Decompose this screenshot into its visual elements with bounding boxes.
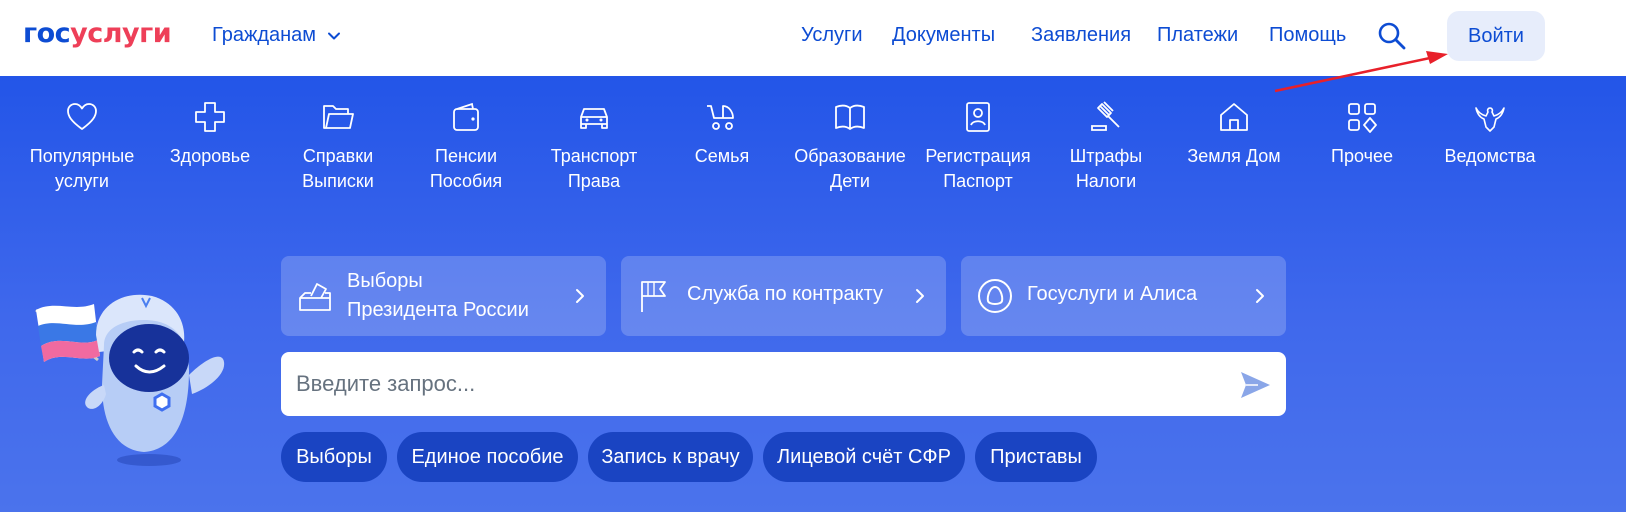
- category-label: Справки Выписки: [302, 146, 374, 191]
- chevron-down-icon: [328, 32, 341, 39]
- folder-icon: [323, 105, 354, 129]
- audience-dropdown[interactable]: Гражданам: [212, 24, 342, 47]
- category-certificates[interactable]: Справки Выписки: [276, 100, 400, 194]
- promo-elections[interactable]: Выборы Президента России: [281, 256, 606, 336]
- stroller-icon: [707, 105, 734, 130]
- top-header: госуслуги Гражданам Услуги Документы Зая…: [0, 0, 1626, 76]
- search-input[interactable]: [281, 352, 1221, 416]
- promo-label: Служба по контракту: [687, 283, 884, 305]
- quick-chip-bailiffs[interactable]: Приставы: [975, 432, 1097, 482]
- nav-help[interactable]: Помощь: [1269, 24, 1346, 47]
- search-icon[interactable]: [1376, 20, 1408, 52]
- quick-chip-unified-benefit[interactable]: Единое пособие: [397, 432, 578, 482]
- flag-icon: [641, 281, 666, 312]
- category-label: Здоровье: [169, 146, 251, 166]
- category-label: Прочее: [1331, 146, 1393, 166]
- category-other[interactable]: Прочее: [1300, 100, 1424, 169]
- category-fines[interactable]: Штрафы Налоги: [1044, 100, 1168, 194]
- chevron-right-icon: [916, 289, 924, 303]
- wallet-icon: [453, 102, 479, 131]
- promo-label: Выборы Президента России: [347, 270, 529, 321]
- eagle-icon: [1475, 107, 1505, 132]
- category-land-house[interactable]: Земля Дом: [1172, 100, 1296, 169]
- send-icon[interactable]: [1238, 368, 1272, 402]
- ballot-box-icon: [299, 283, 331, 311]
- nav-applications[interactable]: Заявления: [1031, 24, 1131, 47]
- nav-documents[interactable]: Документы: [892, 24, 995, 47]
- category-transport[interactable]: Транспорт Права: [532, 100, 656, 194]
- logo-part-uslugi: услуги: [70, 18, 172, 49]
- id-card-icon: [966, 102, 990, 132]
- login-button[interactable]: Войти: [1447, 11, 1545, 61]
- category-popular[interactable]: Популярные услуги: [20, 100, 144, 194]
- cross-icon: [195, 102, 225, 132]
- house-icon: [1220, 103, 1248, 131]
- category-family[interactable]: Семья: [660, 100, 784, 169]
- car-icon: [580, 108, 608, 129]
- category-label: Образование Дети: [794, 146, 906, 191]
- category-registration[interactable]: Регистрация Паспорт: [916, 100, 1040, 194]
- quick-chip-doctor-appointment[interactable]: Запись к врачу: [588, 432, 753, 482]
- category-label: Транспорт Права: [550, 146, 638, 191]
- book-icon: [835, 104, 865, 130]
- grid-icon: [1348, 103, 1377, 133]
- nav-services[interactable]: Услуги: [801, 24, 863, 47]
- category-health[interactable]: Здоровье: [148, 100, 272, 169]
- category-pensions[interactable]: Пенсии Пособия: [404, 100, 528, 194]
- quick-chip-sfr-account[interactable]: Лицевой счёт СФР: [763, 432, 965, 482]
- category-label: Земля Дом: [1187, 146, 1281, 166]
- category-label: Ведомства: [1444, 146, 1536, 166]
- mascot-robot-illustration: [35, 294, 225, 466]
- promo-contract-service[interactable]: Служба по контракту: [621, 256, 946, 336]
- search-box: [281, 352, 1286, 416]
- nav-payments[interactable]: Платежи: [1157, 24, 1238, 47]
- quick-chip-elections[interactable]: Выборы: [281, 432, 387, 482]
- category-agencies[interactable]: Ведомства: [1428, 100, 1552, 169]
- category-label: Штрафы Налоги: [1069, 146, 1143, 191]
- gosuslugi-logo[interactable]: госуслуги: [23, 18, 172, 49]
- promo-alice[interactable]: Госуслуги и Алиса: [961, 256, 1286, 336]
- logo-part-gos: гос: [23, 18, 71, 49]
- chevron-right-icon: [1256, 289, 1264, 303]
- gavel-icon: [1091, 101, 1120, 131]
- category-label: Семья: [694, 146, 750, 166]
- category-education[interactable]: Образование Дети: [788, 100, 912, 194]
- alice-icon: [978, 279, 1012, 313]
- category-label: Популярные услуги: [29, 146, 135, 191]
- chevron-right-icon: [576, 289, 584, 303]
- category-label: Пенсии Пособия: [429, 146, 503, 191]
- promo-label: Госуслуги и Алиса: [1027, 283, 1198, 305]
- category-label: Регистрация Паспорт: [925, 146, 1031, 191]
- heart-icon: [67, 103, 97, 130]
- audience-label: Гражданам: [212, 24, 317, 46]
